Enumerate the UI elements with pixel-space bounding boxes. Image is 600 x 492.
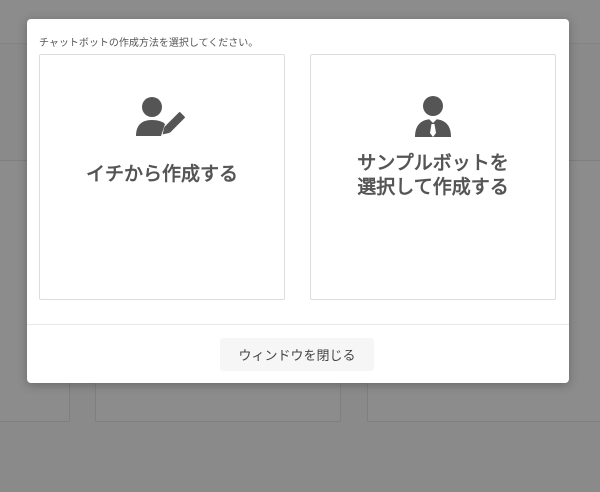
create-from-sample-option[interactable]: サンプルボットを 選択して作成する	[310, 54, 556, 300]
modal-description: チャットボットの作成方法を選択してください。	[39, 38, 259, 49]
user-tie-icon	[405, 95, 461, 139]
user-edit-icon	[134, 95, 190, 139]
create-bot-modal: チャットボットの作成方法を選択してください。 イチから作成する サンプルボットを…	[27, 19, 569, 383]
option-label: サンプルボットを 選択して作成する	[357, 152, 509, 198]
close-window-button[interactable]: ウィンドウを閉じる	[220, 338, 374, 371]
option-label: イチから作成する	[85, 163, 238, 185]
create-from-scratch-option[interactable]: イチから作成する	[39, 54, 285, 300]
modal-footer: ウィンドウを閉じる	[27, 324, 569, 383]
